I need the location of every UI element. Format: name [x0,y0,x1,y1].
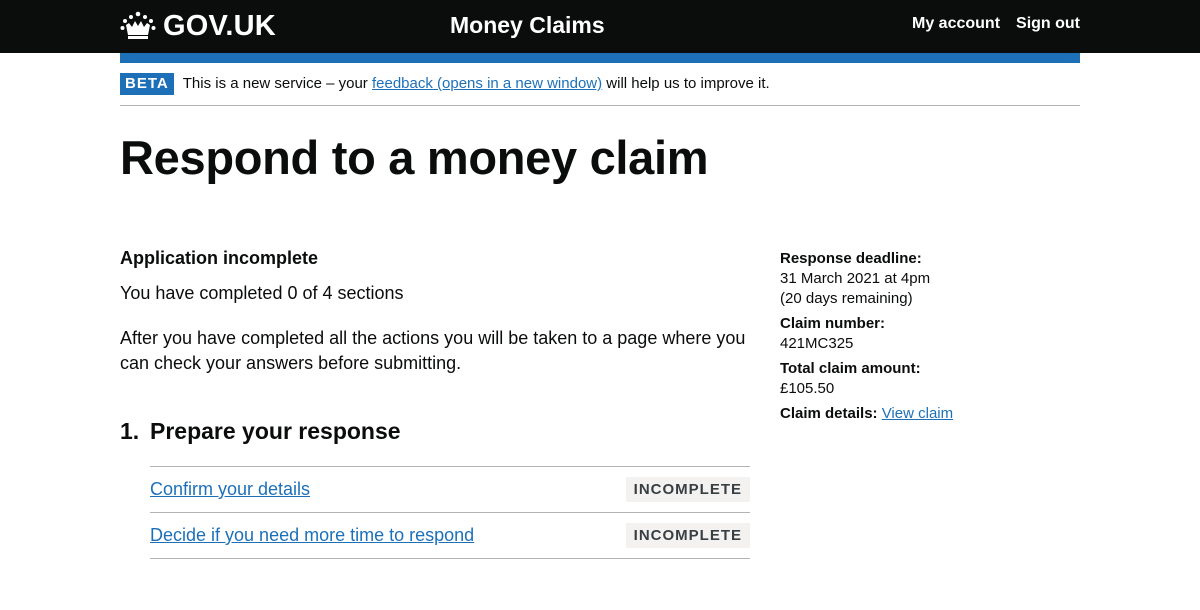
feedback-link[interactable]: feedback (opens in a new window) [372,75,602,92]
task-row: Decide if you need more time to respond … [150,513,750,559]
crown-icon [120,11,156,39]
deadline-block: Response deadline: 31 March 2021 at 4pm … [780,249,1080,309]
site-header: GOV.UK Money Claims My account Sign out [0,0,1200,53]
my-account-link[interactable]: My account [912,15,1000,33]
more-time-link[interactable]: Decide if you need more time to respond [150,525,474,546]
task-list: Confirm your details INCOMPLETE Decide i… [150,466,750,559]
header-blue-bar [120,53,1080,63]
claim-summary-sidebar: Response deadline: 31 March 2021 at 4pm … [780,249,1080,429]
claim-details-label: Claim details: [780,405,878,422]
deadline-remaining: (20 days remaining) [780,290,913,307]
view-claim-link[interactable]: View claim [882,405,953,422]
amount-value: £105.50 [780,380,835,397]
deadline-label: Response deadline: [780,250,922,267]
claim-number-block: Claim number: 421MC325 [780,314,1080,354]
main-content: Application incomplete You have complete… [120,246,760,376]
section-number: 1. [120,418,140,444]
claim-number-value: 421MC325 [780,335,854,352]
status-text: You have completed 0 of 4 sections [120,283,404,303]
amount-block: Total claim amount: £105.50 [780,359,1080,399]
status-heading: Application incomplete [120,248,319,268]
service-name-link[interactable]: Money Claims [450,12,605,39]
phase-banner-text: This is a new service – your feedback (o… [183,73,770,95]
task-row: Confirm your details INCOMPLETE [150,467,750,513]
sign-out-link[interactable]: Sign out [1016,15,1080,33]
phase-banner: BETA This is a new service – your feedba… [120,73,1080,106]
claim-details-block: Claim details: View claim [780,404,1080,424]
phase-text-before: This is a new service – your [182,75,372,92]
deadline-value: 31 March 2021 at 4pm [780,270,931,287]
intro-text: After you have completed all the actions… [120,328,746,373]
confirm-details-link[interactable]: Confirm your details [150,479,310,500]
header-nav: My account Sign out [912,15,1080,33]
section-heading: 1. Prepare your response [120,416,401,446]
claim-number-label: Claim number: [780,315,886,332]
beta-tag: BETA [120,73,174,95]
phase-text-after: will help us to improve it. [602,75,770,92]
govuk-logo-link[interactable]: GOV.UK [120,10,276,42]
status-tag: INCOMPLETE [625,523,750,548]
amount-label: Total claim amount: [780,360,921,377]
section-title: Prepare your response [150,418,401,444]
page-title: Respond to a money claim [120,131,709,184]
logo-text: GOV.UK [163,9,276,42]
status-tag: INCOMPLETE [625,477,750,502]
